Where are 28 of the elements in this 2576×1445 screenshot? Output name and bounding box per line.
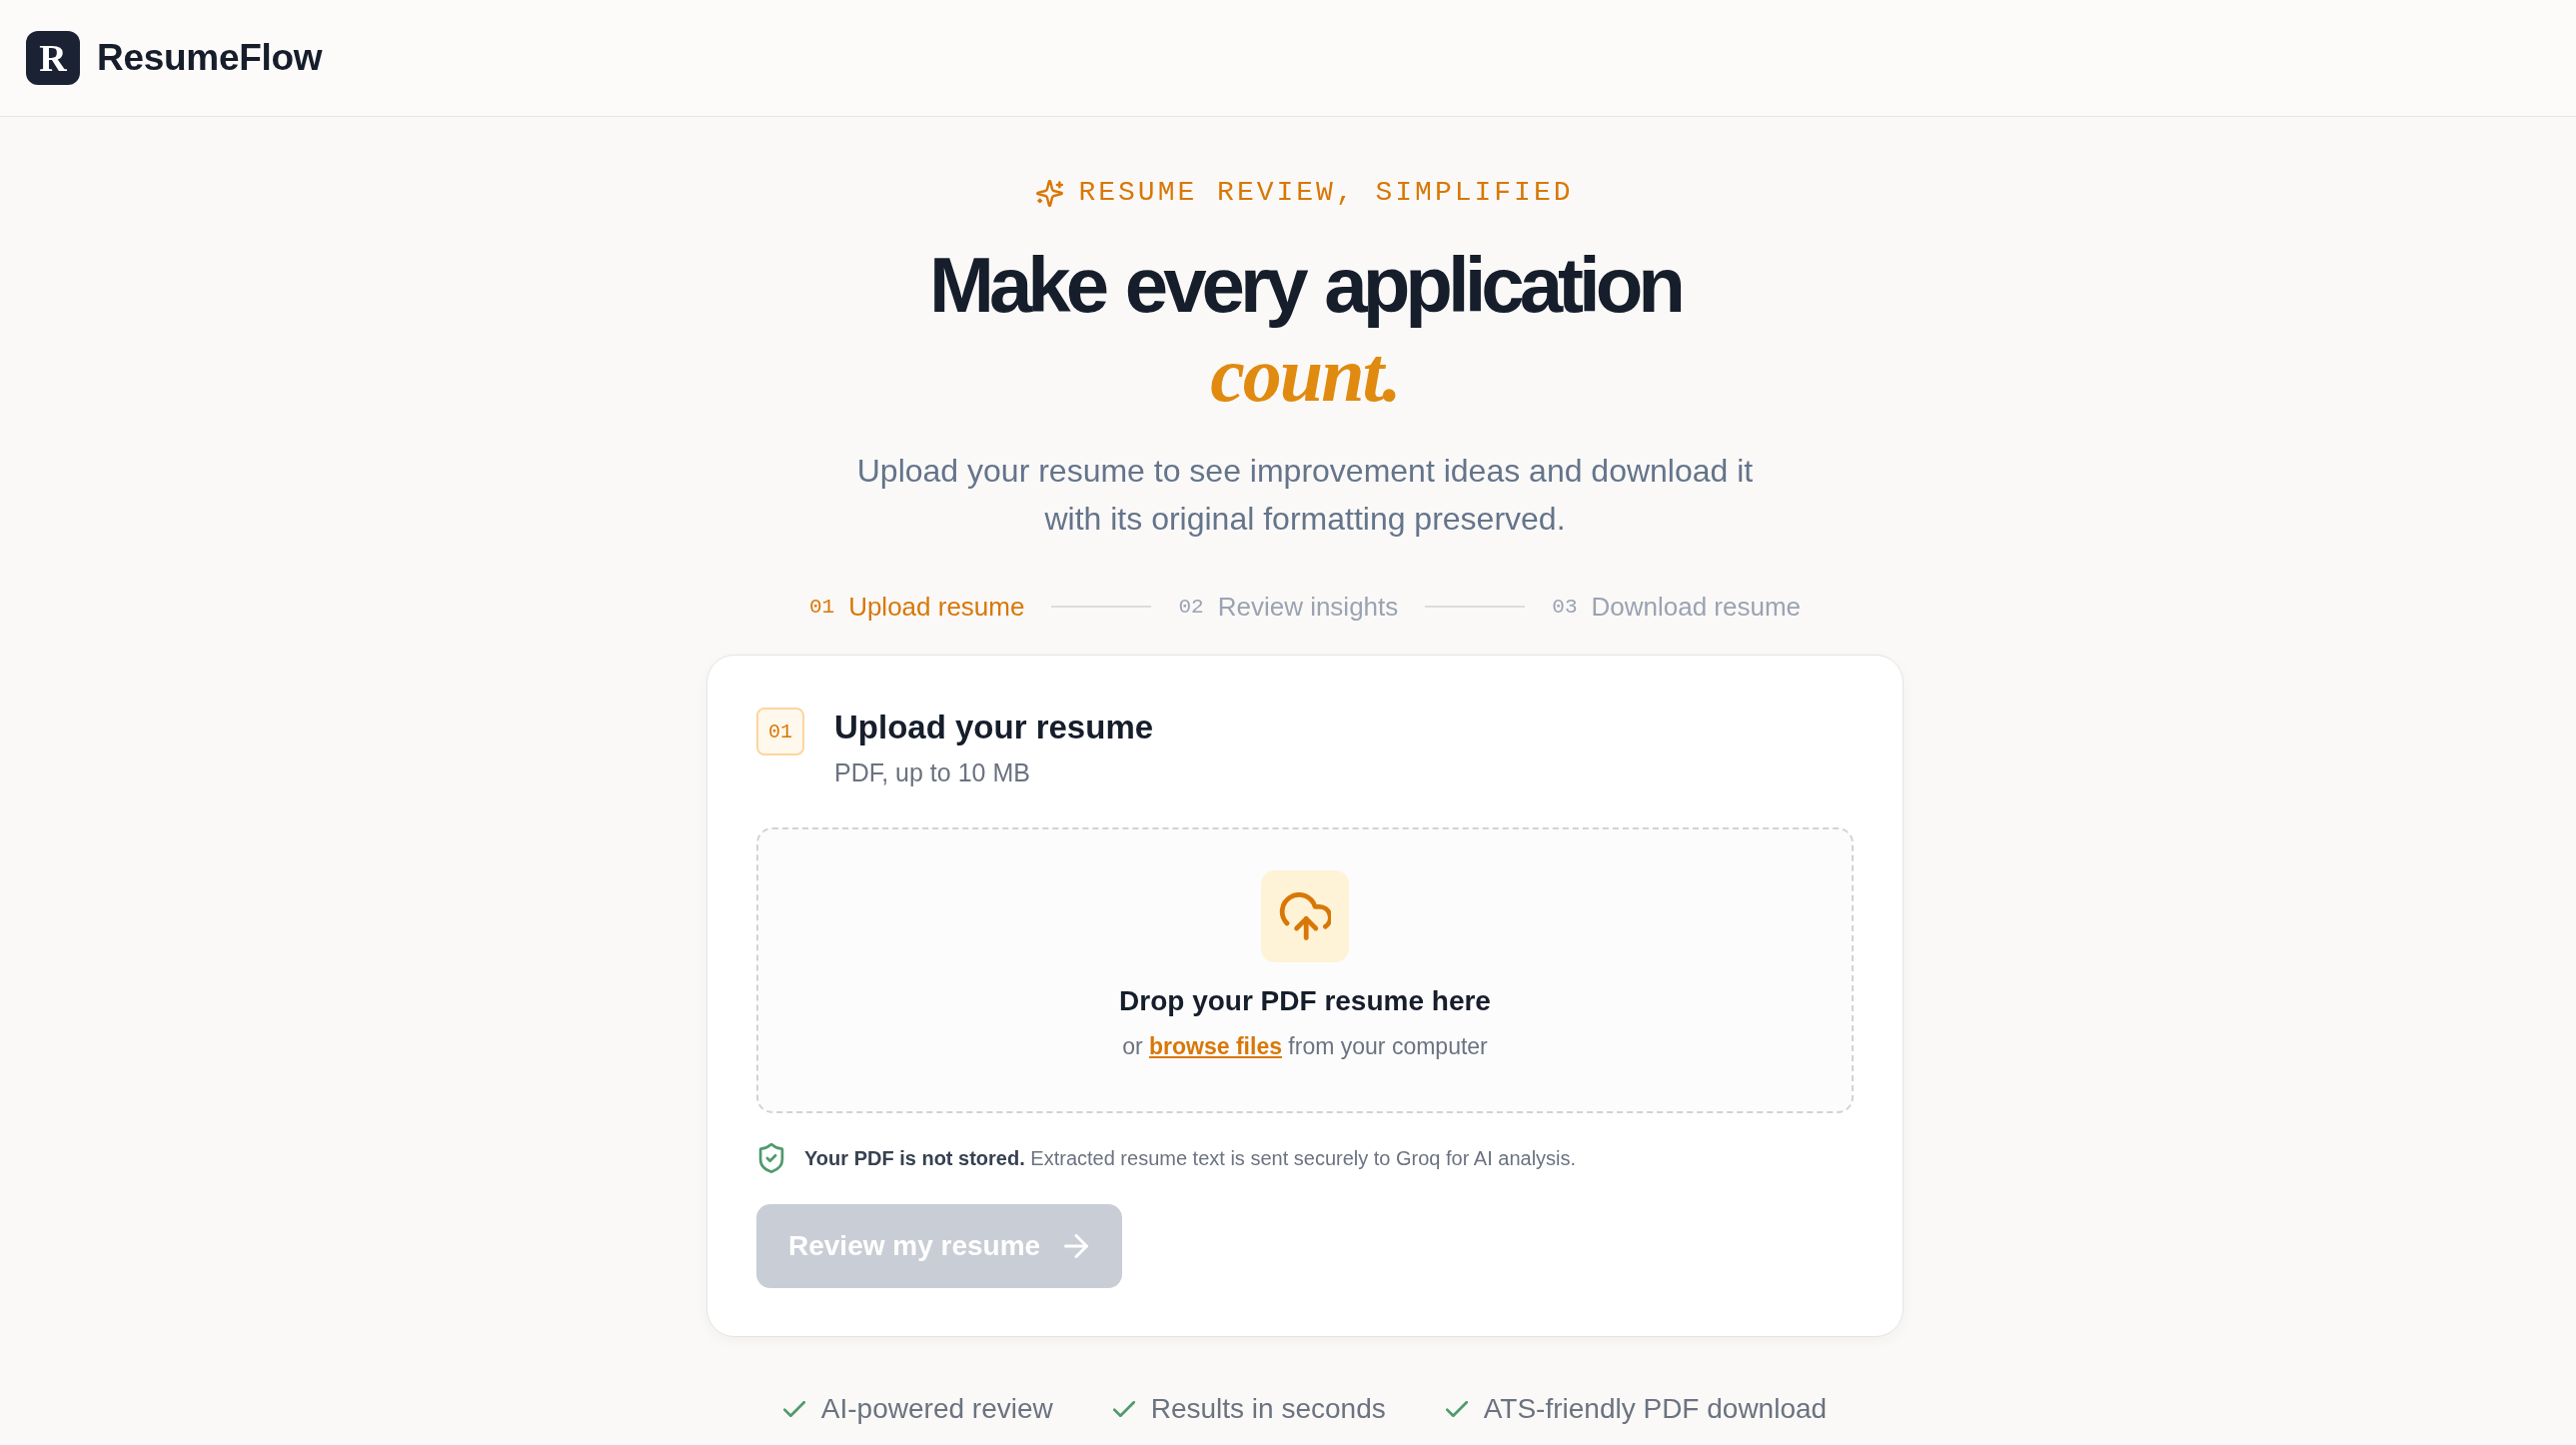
step-label: Upload resume	[848, 591, 1025, 623]
logo-mark[interactable]: R	[26, 31, 80, 85]
shield-check-icon	[758, 1143, 784, 1173]
brand-name[interactable]: ResumeFlow	[97, 37, 323, 79]
eyebrow-text: RESUME REVIEW, SIMPLIFIED	[1078, 176, 1574, 210]
browse-hint: or browse files from your computer	[1122, 1032, 1488, 1061]
drop-heading: Drop your PDF resume here	[1119, 984, 1491, 1018]
card-subtitle: PDF, up to 10 MB	[834, 757, 1031, 787]
file-drop-zone[interactable]: Drop your PDF resume here or browse files from your computer	[756, 827, 1854, 1113]
feature-text: AI-powered review	[820, 1392, 1053, 1426]
step-number: 03	[1552, 595, 1578, 619]
arrow-right-icon	[1064, 1234, 1089, 1258]
hero-subtitle: Upload your resume to see improvement ideas and download it with its original formatting preserved.	[855, 452, 1755, 539]
check-icon	[1112, 1401, 1135, 1417]
privacy-note: Your PDF is not stored. Extracted resume text is sent securely to Groq for AI analysis.	[804, 1146, 1577, 1171]
card-title: Upload your resume	[834, 708, 1154, 747]
upload-cloud-icon	[1261, 870, 1349, 962]
hero-title: Make every application count.	[928, 240, 1681, 420]
feature-text: Results in seconds	[1150, 1392, 1386, 1426]
check-icon	[1445, 1401, 1468, 1417]
step-badge: 01	[756, 708, 804, 755]
feature-text: ATS-friendly PDF download	[1483, 1392, 1828, 1426]
sparkle-icon	[1036, 179, 1064, 207]
step-label: Review insights	[1217, 591, 1399, 623]
step-number: 02	[1178, 595, 1204, 619]
step-label: Download resume	[1591, 591, 1802, 623]
check-icon	[782, 1401, 805, 1417]
step-number: 01	[808, 595, 835, 619]
